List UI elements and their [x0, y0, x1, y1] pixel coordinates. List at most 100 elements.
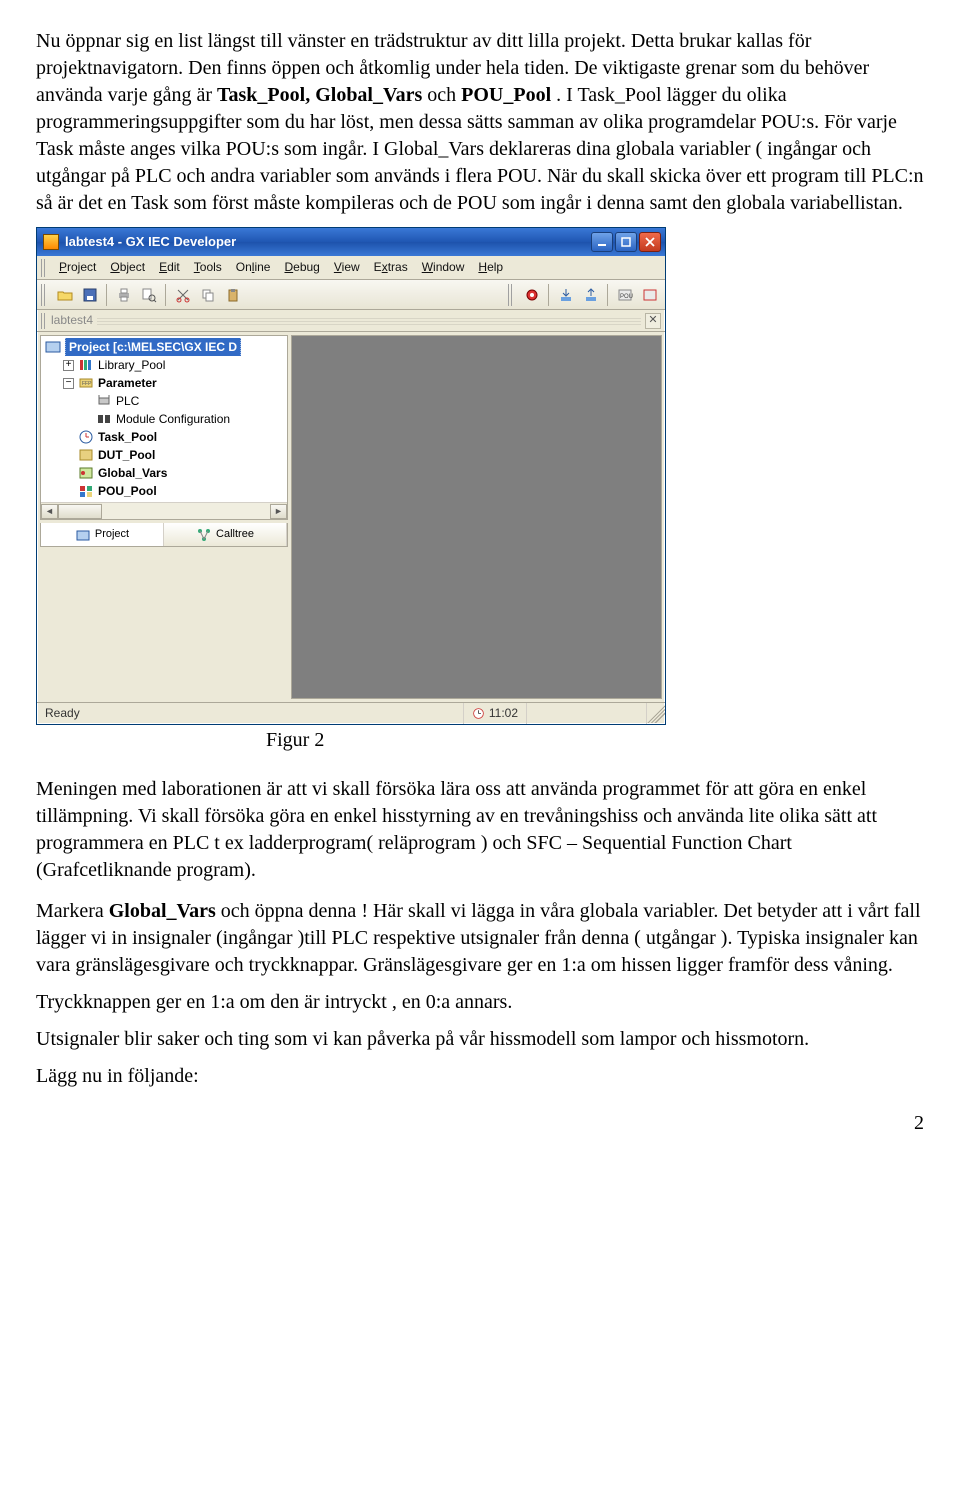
tree-hscrollbar[interactable]: ◄ ► [41, 502, 287, 519]
breadcrumb-bar: labtest4 ✕ [37, 310, 665, 332]
floppy-icon [82, 287, 98, 303]
print-button[interactable] [112, 283, 135, 306]
tree-label: Parameter [98, 375, 157, 391]
project-icon [45, 339, 61, 355]
pou-button-2[interactable] [638, 283, 661, 306]
toolbar-sep-3 [548, 284, 549, 306]
toolbar: POU [37, 280, 665, 310]
expander-plus-icon[interactable]: + [63, 360, 74, 371]
clock-icon [472, 707, 485, 720]
workspace: Project [c:\MELSEC\GX IEC D + Library_Po… [37, 332, 665, 702]
copy-button[interactable] [196, 283, 219, 306]
pou-icon: POU [617, 287, 633, 303]
toolbar-grip [41, 284, 47, 306]
p3-b: och öppna denna [216, 900, 357, 922]
scroll-thumb[interactable] [58, 504, 102, 519]
menu-view[interactable]: View [328, 257, 366, 277]
project-tab-icon [75, 527, 91, 543]
menu-debug[interactable]: Debug [278, 257, 325, 277]
status-ready: Ready [37, 703, 464, 724]
menu-extras[interactable]: Extras [368, 257, 414, 277]
menu-tools[interactable]: Tools [188, 257, 228, 277]
paste-button[interactable] [221, 283, 244, 306]
menu-project[interactable]: Project [53, 257, 102, 277]
tree-label: Global_Vars [98, 465, 167, 481]
crumb-close-button[interactable]: ✕ [645, 313, 661, 329]
folder-open-icon [57, 287, 73, 303]
clipboard-icon [225, 287, 241, 303]
download-button[interactable] [554, 283, 577, 306]
tree-item-parameter[interactable]: − FFP Parameter [43, 374, 285, 392]
scroll-left-button[interactable]: ◄ [41, 504, 58, 519]
breadcrumb-text: labtest4 [51, 312, 93, 328]
resize-grip[interactable] [647, 705, 665, 723]
tree-label: Module Configuration [116, 411, 230, 427]
menu-window[interactable]: Window [416, 257, 471, 277]
titlebar: labtest4 - GX IEC Developer [37, 228, 665, 256]
tree-item-library-pool[interactable]: + Library_Pool [43, 356, 285, 374]
p3-bold: Global_Vars [109, 900, 216, 922]
scroll-right-button[interactable]: ► [270, 504, 287, 519]
upload-button[interactable] [579, 283, 602, 306]
cut-button[interactable] [171, 283, 194, 306]
tree-item-plc[interactable]: PLC [43, 392, 285, 410]
app-icon [43, 234, 59, 250]
tree-item-dut-pool[interactable]: DUT_Pool [43, 446, 285, 464]
open-button[interactable] [53, 283, 76, 306]
tree-label: POU_Pool [98, 483, 157, 499]
scroll-track[interactable] [102, 503, 270, 519]
expander-minus-icon[interactable]: − [63, 378, 74, 389]
minimize-button[interactable] [591, 232, 613, 252]
tab-calltree-label: Calltree [216, 527, 254, 542]
tree-item-pou-pool[interactable]: POU_Pool [43, 482, 285, 500]
scissors-icon [175, 287, 191, 303]
toolbar-grip-2 [508, 284, 514, 306]
module-icon [96, 411, 112, 427]
tree-item-global-vars[interactable]: Global_Vars [43, 464, 285, 482]
save-button[interactable] [78, 283, 101, 306]
menu-object[interactable]: Object [104, 257, 151, 277]
chip-icon [96, 393, 112, 409]
close-icon [645, 237, 655, 247]
project-tree[interactable]: Project [c:\MELSEC\GX IEC D + Library_Po… [41, 336, 287, 502]
svg-text:FFP: FFP [82, 381, 92, 387]
tab-project[interactable]: Project [41, 523, 164, 546]
paragraph-6: Lägg nu in följande: [36, 1063, 924, 1090]
paragraph-4: Tryckknappen ger en 1:a om den är intryc… [36, 989, 924, 1016]
tree-label: PLC [116, 393, 139, 409]
menu-online[interactable]: Online [230, 257, 277, 277]
menubar: Project Object Edit Tools Online Debug V… [37, 256, 665, 280]
tree-item-task-pool[interactable]: Task_Pool [43, 428, 285, 446]
statusbar: Ready 11:02 [37, 702, 665, 724]
menu-edit[interactable]: Edit [153, 257, 186, 277]
tree-root[interactable]: Project [c:\MELSEC\GX IEC D [43, 338, 285, 356]
pou-icon [642, 287, 658, 303]
paragraph-3: Markera Global_Vars och öppna denna ! Hä… [36, 898, 924, 979]
p1-bold1: Task_Pool, Global_Vars [217, 84, 422, 106]
figure-caption: Figur 2 [266, 727, 924, 754]
p3-a: Markera [36, 900, 109, 922]
paragraph-1: Nu öppnar sig en list längst till vänste… [36, 28, 924, 217]
p1-bold2: POU_Pool [461, 84, 551, 106]
tree-label: DUT_Pool [98, 447, 155, 463]
paragraph-5: Utsignaler blir saker och ting som vi ka… [36, 1026, 924, 1053]
param-icon: FFP [78, 375, 94, 391]
build-button[interactable] [520, 283, 543, 306]
side-panel-tabs: Project Calltree [40, 523, 288, 547]
download-icon [558, 287, 574, 303]
maximize-button[interactable] [615, 232, 637, 252]
tab-project-label: Project [95, 527, 129, 542]
menu-help[interactable]: Help [472, 257, 509, 277]
maximize-icon [621, 237, 631, 247]
toolbar-sep-1 [106, 284, 107, 306]
window-title: labtest4 - GX IEC Developer [65, 233, 585, 251]
pou-button-1[interactable]: POU [613, 283, 636, 306]
print-preview-button[interactable] [137, 283, 160, 306]
tab-calltree[interactable]: Calltree [164, 523, 287, 546]
tree-item-module-config[interactable]: Module Configuration [43, 410, 285, 428]
p1-mid: och [427, 84, 461, 106]
editor-canvas [291, 335, 662, 699]
status-time-text: 11:02 [489, 705, 518, 721]
close-button[interactable] [639, 232, 661, 252]
dut-icon [78, 447, 94, 463]
